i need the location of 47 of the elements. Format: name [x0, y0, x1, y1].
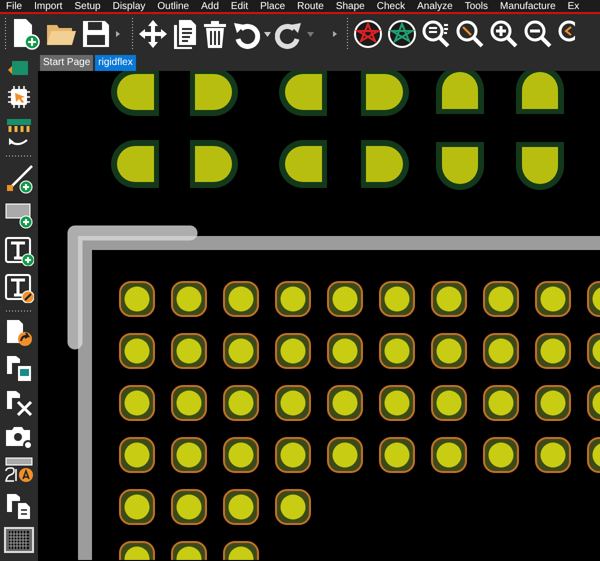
export-document-icon[interactable]	[4, 319, 34, 347]
add-text-icon[interactable]	[4, 236, 34, 266]
toolbar-separator	[6, 310, 32, 312]
probe-report-icon[interactable]	[4, 354, 34, 382]
menu-item[interactable]: Add	[201, 0, 219, 12]
grid-icon[interactable]	[4, 527, 34, 553]
new-file-icon[interactable]	[11, 17, 41, 51]
menu-item[interactable]: Place	[260, 0, 286, 12]
menu-item[interactable]: Analyze	[417, 0, 453, 12]
menu-item[interactable]: Display	[112, 0, 146, 12]
add-shape-icon[interactable]	[4, 201, 34, 229]
zoom-list-icon[interactable]	[421, 19, 451, 49]
edit-text-icon[interactable]	[4, 273, 34, 303]
move-icon[interactable]	[138, 19, 168, 49]
menu-item[interactable]: Import	[34, 0, 62, 12]
toolbar-separator	[346, 18, 349, 50]
menu-item[interactable]: File	[6, 0, 22, 12]
trash-icon[interactable]	[202, 19, 228, 49]
menu-item[interactable]: Setup	[74, 0, 101, 12]
menu-item[interactable]: Shape	[336, 0, 365, 12]
select-component-icon[interactable]	[5, 83, 33, 111]
overflow-caret-icon[interactable]	[115, 31, 121, 37]
document-tab[interactable]: rigidflex	[95, 55, 136, 71]
dropdown-caret-icon[interactable]	[264, 32, 271, 36]
toolbar-separator	[131, 18, 134, 50]
ratsnest-icon[interactable]	[353, 19, 383, 49]
menu-item[interactable]: Route	[297, 0, 324, 12]
menu-item[interactable]: Ex	[568, 0, 580, 12]
save-icon[interactable]	[81, 19, 111, 49]
copy-icon[interactable]	[172, 19, 198, 49]
toolbar-grip[interactable]	[4, 18, 7, 50]
menu-item[interactable]: Edit	[230, 0, 248, 12]
zoom-in-icon[interactable]	[489, 19, 519, 49]
camera-settings-icon[interactable]	[4, 424, 34, 450]
menu-item[interactable]: Check	[376, 0, 406, 12]
menu-item[interactable]: Manufacture	[500, 0, 556, 12]
menu-item[interactable]: Outline	[157, 0, 190, 12]
add-line-icon[interactable]	[4, 164, 34, 194]
ratsnest-icon[interactable]	[387, 19, 417, 49]
probe-tools-icon[interactable]	[4, 389, 34, 417]
overflow-caret-icon[interactable]	[332, 31, 338, 37]
menu-item[interactable]: Tools	[464, 0, 488, 12]
zoom-out-icon[interactable]	[523, 19, 553, 49]
zoom-fit-icon[interactable]	[455, 19, 485, 49]
swap-pins-icon[interactable]	[5, 118, 33, 148]
toolbar-separator	[6, 155, 32, 157]
document-tab[interactable]: Start Page	[40, 55, 94, 71]
